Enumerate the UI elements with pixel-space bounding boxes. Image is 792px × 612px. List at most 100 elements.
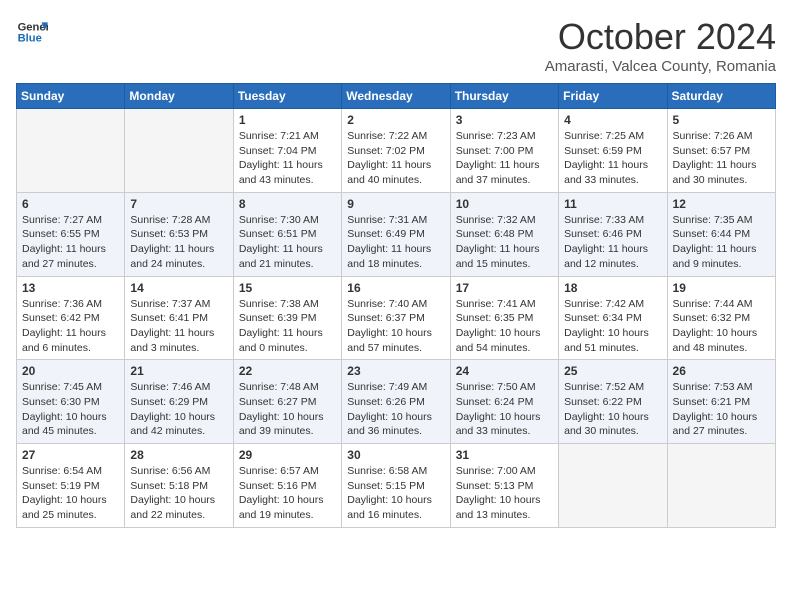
day-info: Sunrise: 7:26 AM Sunset: 6:57 PM Dayligh… [673,129,770,188]
col-header-sunday: Sunday [17,84,125,109]
calendar-cell: 11Sunrise: 7:33 AM Sunset: 6:46 PM Dayli… [559,192,667,276]
day-number: 22 [239,364,336,378]
day-info: Sunrise: 7:31 AM Sunset: 6:49 PM Dayligh… [347,213,444,272]
title-block: October 2024 Amarasti, Valcea County, Ro… [545,16,776,75]
day-number: 27 [22,448,119,462]
day-info: Sunrise: 7:50 AM Sunset: 6:24 PM Dayligh… [456,380,553,439]
day-number: 25 [564,364,661,378]
calendar-cell: 23 Sunrise: 7:49 AM Sunset: 6:26 PM Dayli… [342,360,450,444]
day-number: 10 [456,197,553,211]
day-info: Sunrise: 7:28 AM Sunset: 6:53 PM Dayligh… [130,213,227,272]
calendar-cell [667,444,775,528]
day-info: Sunrise: 7:33 AM Sunset: 6:46 PM Dayligh… [564,213,661,272]
calendar-cell: 6 Sunrise: 7:27 AM Sunset: 6:55 PM Daylig… [17,192,125,276]
day-number: 4 [564,113,661,127]
day-number: 24 [456,364,553,378]
day-info: Sunrise: 7:49 AM Sunset: 6:26 PM Dayligh… [347,380,444,439]
day-number: 14 [130,281,227,295]
col-header-thursday: Thursday [450,84,558,109]
day-info: Sunrise: 7:36 AM Sunset: 6:42 PM Dayligh… [22,297,119,356]
logo-icon: General Blue [16,16,48,48]
day-info: Sunrise: 7:45 AM Sunset: 6:30 PM Dayligh… [22,380,119,439]
calendar-week-row: 1Sunrise: 7:21 AM Sunset: 7:04 PM Daylig… [17,109,776,193]
day-info: Sunrise: 7:25 AM Sunset: 6:59 PM Dayligh… [564,129,661,188]
calendar-cell: 22 Sunrise: 7:48 AM Sunset: 6:27 PM Dayli… [233,360,341,444]
calendar-cell: 31Sunrise: 7:00 AM Sunset: 5:13 PM Dayli… [450,444,558,528]
calendar-week-row: 13 Sunrise: 7:36 AM Sunset: 6:42 PM Dayli… [17,276,776,360]
calendar-cell: 13 Sunrise: 7:36 AM Sunset: 6:42 PM Dayli… [17,276,125,360]
day-number: 30 [347,448,444,462]
day-info: Sunrise: 7:37 AM Sunset: 6:41 PM Dayligh… [130,297,227,356]
col-header-friday: Friday [559,84,667,109]
day-number: 2 [347,113,444,127]
day-info: Sunrise: 7:48 AM Sunset: 6:27 PM Dayligh… [239,380,336,439]
calendar-cell: 3 Sunrise: 7:23 AM Sunset: 7:00 PM Daylig… [450,109,558,193]
day-number: 9 [347,197,444,211]
day-number: 16 [347,281,444,295]
day-number: 6 [22,197,119,211]
logo: General Blue [16,16,48,48]
day-info: Sunrise: 7:38 AM Sunset: 6:39 PM Dayligh… [239,297,336,356]
calendar-cell: 9 Sunrise: 7:31 AM Sunset: 6:49 PM Daylig… [342,192,450,276]
day-info: Sunrise: 6:58 AM Sunset: 5:15 PM Dayligh… [347,464,444,523]
calendar-cell: 2Sunrise: 7:22 AM Sunset: 7:02 PM Daylig… [342,109,450,193]
calendar-header-row: SundayMondayTuesdayWednesdayThursdayFrid… [17,84,776,109]
day-info: Sunrise: 7:53 AM Sunset: 6:21 PM Dayligh… [673,380,770,439]
calendar-cell: 5 Sunrise: 7:26 AM Sunset: 6:57 PM Daylig… [667,109,775,193]
day-info: Sunrise: 7:21 AM Sunset: 7:04 PM Dayligh… [239,129,336,188]
calendar-cell: 26 Sunrise: 7:53 AM Sunset: 6:21 PM Dayli… [667,360,775,444]
calendar-cell [17,109,125,193]
day-number: 21 [130,364,227,378]
day-number: 18 [564,281,661,295]
calendar-cell: 17Sunrise: 7:41 AM Sunset: 6:35 PM Dayli… [450,276,558,360]
month-title: October 2024 [545,16,776,58]
calendar-cell: 25 Sunrise: 7:52 AM Sunset: 6:22 PM Dayli… [559,360,667,444]
day-info: Sunrise: 7:27 AM Sunset: 6:55 PM Dayligh… [22,213,119,272]
day-info: Sunrise: 7:40 AM Sunset: 6:37 PM Dayligh… [347,297,444,356]
day-number: 23 [347,364,444,378]
day-info: Sunrise: 7:32 AM Sunset: 6:48 PM Dayligh… [456,213,553,272]
day-info: Sunrise: 6:57 AM Sunset: 5:16 PM Dayligh… [239,464,336,523]
calendar-cell: 19 Sunrise: 7:44 AM Sunset: 6:32 PM Dayli… [667,276,775,360]
day-number: 28 [130,448,227,462]
calendar-table: SundayMondayTuesdayWednesdayThursdayFrid… [16,83,776,528]
calendar-cell [559,444,667,528]
calendar-cell: 10 Sunrise: 7:32 AM Sunset: 6:48 PM Dayli… [450,192,558,276]
day-number: 3 [456,113,553,127]
calendar-week-row: 20 Sunrise: 7:45 AM Sunset: 6:30 PM Dayli… [17,360,776,444]
calendar-cell: 21 Sunrise: 7:46 AM Sunset: 6:29 PM Dayli… [125,360,233,444]
svg-text:Blue: Blue [18,33,42,45]
calendar-cell [125,109,233,193]
day-number: 20 [22,364,119,378]
day-info: Sunrise: 6:56 AM Sunset: 5:18 PM Dayligh… [130,464,227,523]
day-info: Sunrise: 7:46 AM Sunset: 6:29 PM Dayligh… [130,380,227,439]
calendar-cell: 8 Sunrise: 7:30 AM Sunset: 6:51 PM Daylig… [233,192,341,276]
day-info: Sunrise: 7:30 AM Sunset: 6:51 PM Dayligh… [239,213,336,272]
location-subtitle: Amarasti, Valcea County, Romania [545,58,776,75]
calendar-cell: 4 Sunrise: 7:25 AM Sunset: 6:59 PM Daylig… [559,109,667,193]
day-info: Sunrise: 7:44 AM Sunset: 6:32 PM Dayligh… [673,297,770,356]
calendar-week-row: 27 Sunrise: 6:54 AM Sunset: 5:19 PM Dayli… [17,444,776,528]
calendar-cell: 30 Sunrise: 6:58 AM Sunset: 5:15 PM Dayli… [342,444,450,528]
day-info: Sunrise: 7:42 AM Sunset: 6:34 PM Dayligh… [564,297,661,356]
calendar-cell: 14 Sunrise: 7:37 AM Sunset: 6:41 PM Dayli… [125,276,233,360]
day-number: 13 [22,281,119,295]
day-number: 8 [239,197,336,211]
day-number: 17 [456,281,553,295]
col-header-wednesday: Wednesday [342,84,450,109]
day-info: Sunrise: 7:23 AM Sunset: 7:00 PM Dayligh… [456,129,553,188]
calendar-cell: 27 Sunrise: 6:54 AM Sunset: 5:19 PM Dayli… [17,444,125,528]
calendar-cell: 7 Sunrise: 7:28 AM Sunset: 6:53 PM Daylig… [125,192,233,276]
calendar-cell: 1Sunrise: 7:21 AM Sunset: 7:04 PM Daylig… [233,109,341,193]
calendar-week-row: 6 Sunrise: 7:27 AM Sunset: 6:55 PM Daylig… [17,192,776,276]
calendar-cell: 24 Sunrise: 7:50 AM Sunset: 6:24 PM Dayli… [450,360,558,444]
day-info: Sunrise: 7:52 AM Sunset: 6:22 PM Dayligh… [564,380,661,439]
day-info: Sunrise: 6:54 AM Sunset: 5:19 PM Dayligh… [22,464,119,523]
day-number: 19 [673,281,770,295]
day-number: 5 [673,113,770,127]
calendar-cell: 29Sunrise: 6:57 AM Sunset: 5:16 PM Dayli… [233,444,341,528]
day-number: 26 [673,364,770,378]
calendar-cell: 16 Sunrise: 7:40 AM Sunset: 6:37 PM Dayli… [342,276,450,360]
day-number: 7 [130,197,227,211]
calendar-cell: 15Sunrise: 7:38 AM Sunset: 6:39 PM Dayli… [233,276,341,360]
